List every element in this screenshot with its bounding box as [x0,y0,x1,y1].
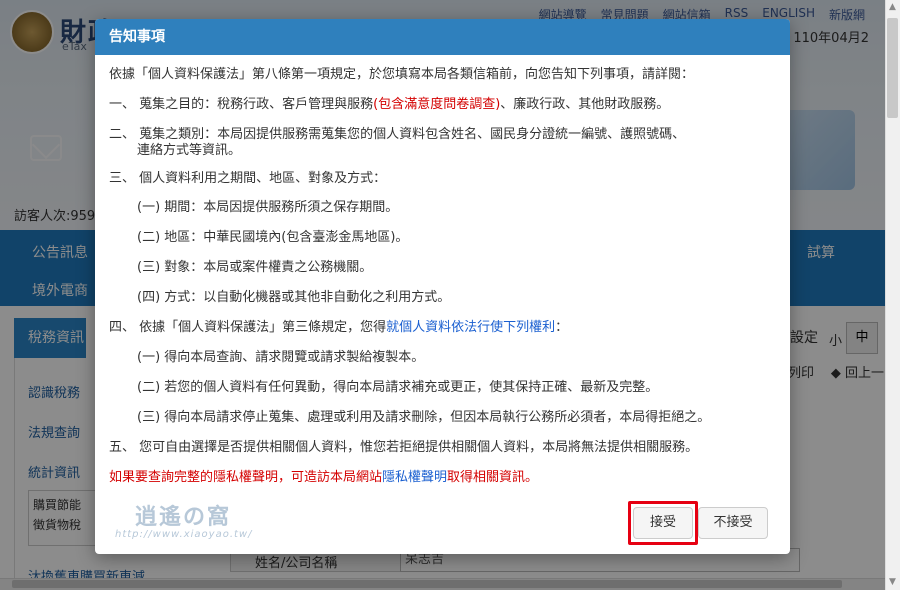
privacy-note-part-2: 取得相關資訊。 [447,470,539,485]
item-4-sub-3: (三) 得向本局請求停止蒐集、處理或利用及請求刪除，但因本局執行公務所必須者，本… [137,410,711,425]
item-1-survey-note: (包含滿意度問卷調查) [373,97,501,112]
modal-intro: 依據「個人資料保護法」第八條第一項規定，於您填寫本局各類信箱前，向您告知下列事項… [109,67,695,82]
item-3: 三、 個人資料利用之期間、地區、對象及方式： [109,171,387,186]
privacy-statement-note: 如果要查詢完整的隱私權聲明，可造訪本局網站隱私權聲明取得相關資訊。 [109,466,538,485]
vertical-scroll-thumb[interactable] [887,18,898,118]
item-3-sub-3: (三) 對象：本局或案件權責之公務機關。 [137,260,373,275]
watermark-url: http://www.xiaoyao.tw/ [115,529,253,540]
item-3-sub-1: (一) 期間：本局因提供服務所須之保存期間。 [137,200,399,215]
vertical-scrollbar[interactable]: ▲ ▼ [885,0,900,590]
item-3-sub-4: (四) 方式：以自動化機器或其他非自動化之利用方式。 [137,290,451,305]
accept-button[interactable]: 接受 [633,507,693,539]
scroll-down-arrow-icon[interactable]: ▼ [885,575,900,590]
decline-button[interactable]: 不接受 [698,507,768,539]
item-4-suffix: ： [555,320,569,335]
privacy-note-part-1: 如果要查詢完整的隱私權聲明，可造訪本局網站 [109,470,383,485]
privacy-notice-modal: 告知事項 依據「個人資料保護法」第八條第一項規定，於您填寫本局各類信箱前，向您告… [95,19,790,554]
item-1-suffix: 、廉政行政、其他財政服務。 [500,97,670,112]
item-1-prefix: 一、 蒐集之目的：稅務行政、客戶管理與服務 [109,97,374,112]
item-4: 四、 依據「個人資料保護法」第三條規定，您得就個人資料依法行使下列權利： [109,316,568,335]
item-1: 一、 蒐集之目的：稅務行政、客戶管理與服務(包含滿意度問卷調查)、廉政行政、其他… [109,93,669,112]
privacy-statement-link[interactable]: 隱私權聲明 [382,470,447,485]
item-4-sub-2: (二) 若您的個人資料有任何異動，得向本局請求補充或更正，使其保持正確、最新及完… [137,380,659,395]
item-5: 五、 您可自由選擇是否提供相關個人資料，惟您若拒絕提供相關個人資料，本局將無法提… [109,440,699,455]
item-3-sub-2: (二) 地區：中華民國境內(包含臺澎金馬地區)。 [137,230,409,245]
scroll-up-arrow-icon[interactable]: ▲ [885,0,900,15]
watermark-title: 逍遙の窩 [135,504,232,530]
item-4-sub-1: (一) 得向本局查詢、請求閱覽或請求製給複製本。 [137,350,425,365]
watermark: 逍遙の窩 http://www.xiaoyao.tw/ [109,497,259,547]
item-4-rights-link[interactable]: 就個人資料依法行使下列權利 [386,320,555,335]
modal-body: 依據「個人資料保護法」第八條第一項規定，於您填寫本局各類信箱前，向您告知下列事項… [95,55,790,485]
modal-title: 告知事項 [95,19,790,55]
item-4-prefix: 四、 依據「個人資料保護法」第三條規定，您得 [109,320,387,335]
item-2-line-2: 連絡方式等資訊。 [137,143,242,158]
